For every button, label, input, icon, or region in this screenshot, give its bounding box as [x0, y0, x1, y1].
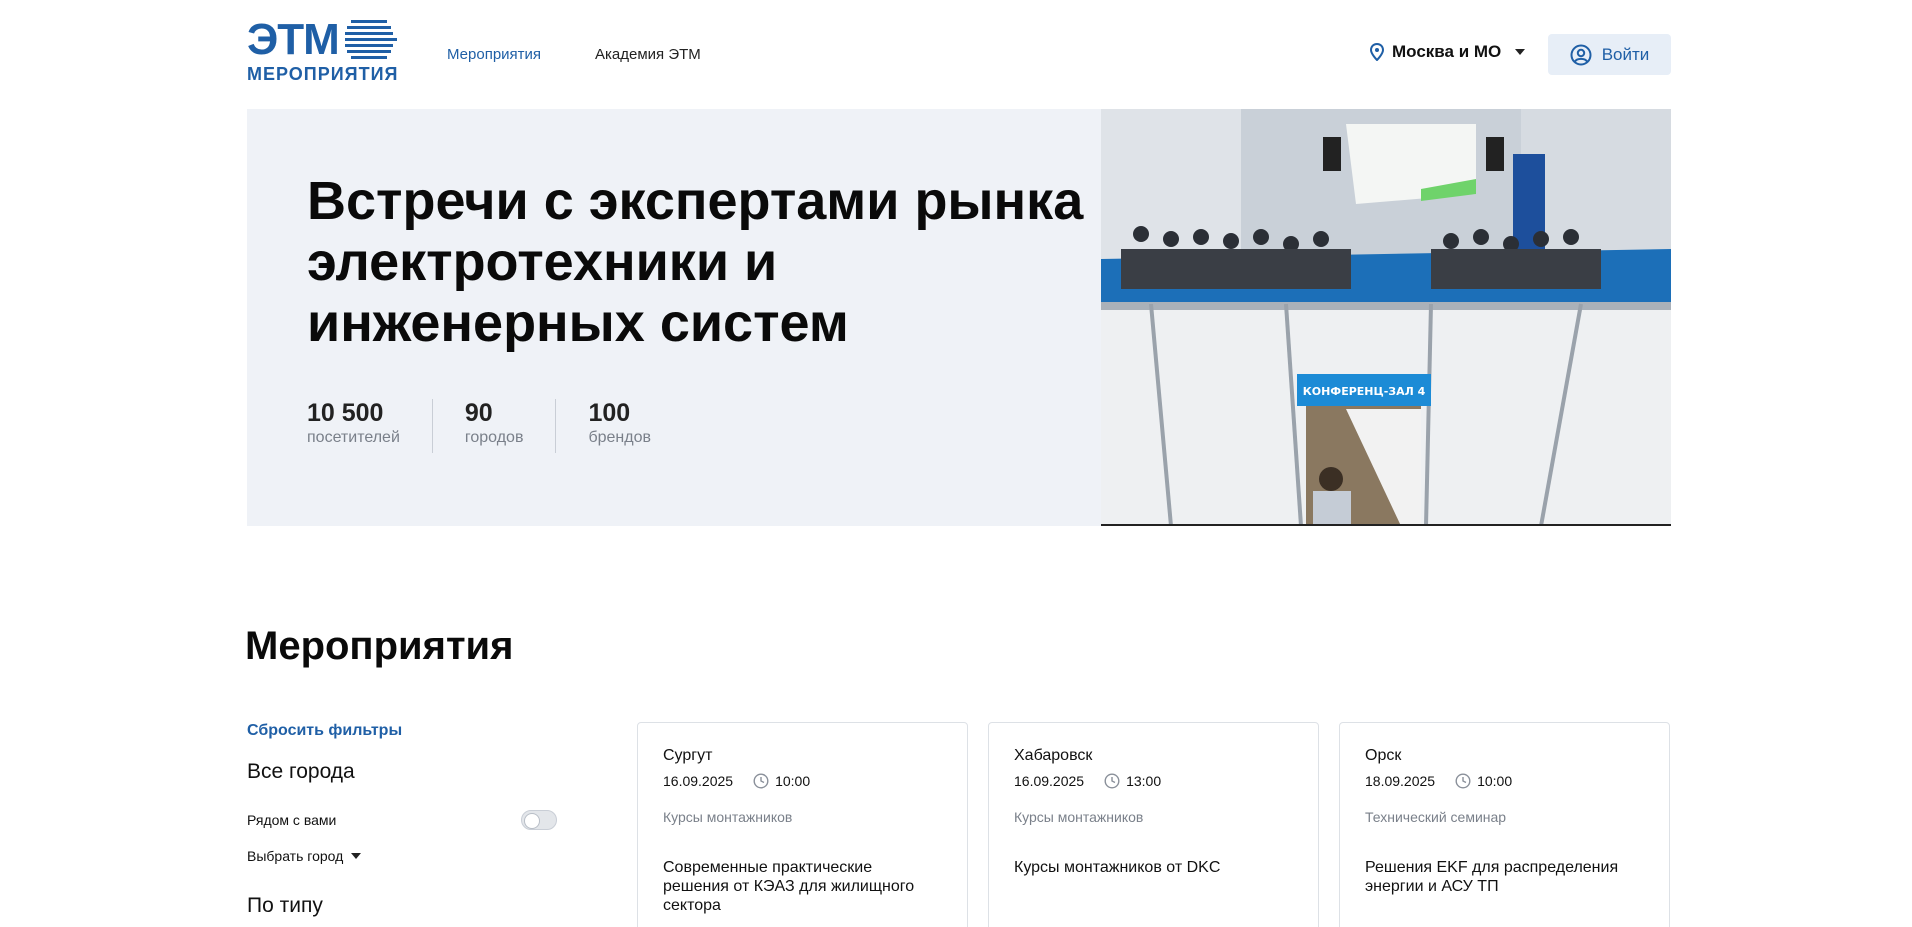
city-selector[interactable]: Москва и МО — [1370, 42, 1526, 62]
user-icon — [1570, 44, 1592, 65]
event-title: Решения EKF для распределения энергии и … — [1365, 859, 1619, 895]
nearby-toggle[interactable] — [521, 810, 557, 830]
event-type: Курсы монтажников — [663, 809, 793, 825]
filter-cities-heading: Все города — [247, 760, 355, 783]
event-date: 16.09.2025 — [1014, 773, 1085, 789]
stat-brands: 100 брендов — [588, 399, 683, 453]
etm-logo[interactable]: ЭТМ МЕРОПРИЯТИЯ — [247, 15, 407, 85]
event-card[interactable]: Орск 18.09.2025 10:00 Технический семина… — [1339, 722, 1670, 927]
hero-stats: 10 500 посетителей 90 городов 100 брендо… — [307, 399, 715, 453]
login-label: Войти — [1601, 44, 1650, 64]
event-datetime: 16.09.2025 10:00 — [663, 773, 942, 789]
select-city-dropdown[interactable]: Выбрать город — [247, 848, 557, 864]
filter-type-heading: По типу — [247, 894, 323, 917]
nav-academy[interactable]: Академия ЭТМ — [595, 46, 701, 63]
event-time: 13:00 — [1126, 773, 1162, 789]
stat-value: 10 500 — [307, 399, 384, 427]
hero-banner: Встречи с экспертами рынка электротехник… — [247, 109, 1671, 526]
events-title: Мероприятия — [245, 624, 514, 668]
nearby-label: Рядом с вами — [247, 812, 337, 828]
login-button[interactable]: Войти — [1548, 34, 1671, 75]
event-city: Орск — [1365, 747, 1402, 764]
clock-icon — [1455, 773, 1471, 789]
event-title: Курсы монтажников от DKC — [1014, 859, 1221, 876]
hero-photo: КОНФЕРЕНЦ-ЗАЛ 4 — [1101, 109, 1671, 526]
clock-icon — [753, 773, 769, 789]
event-city: Хабаровск — [1014, 747, 1093, 764]
site-header: ЭТМ МЕРОПРИЯТИЯ Мероприятия Академия ЭТМ — [247, 0, 1671, 100]
event-title: Современные практические решения от КЭАЗ… — [663, 859, 915, 914]
location-pin-icon — [1370, 43, 1384, 61]
stat-value: 100 — [588, 399, 631, 427]
nearby-filter-row: Рядом с вами — [247, 810, 557, 830]
event-type: Технический семинар — [1365, 809, 1507, 825]
main-nav: Мероприятия Академия ЭТМ — [447, 46, 701, 63]
hero-title: Встречи с экспертами рынка электротехник… — [307, 171, 1084, 353]
event-type: Курсы монтажников — [1014, 809, 1144, 825]
stat-label: посетителей — [307, 429, 400, 446]
conference-hall-image: КОНФЕРЕНЦ-ЗАЛ 4 — [1101, 109, 1671, 526]
city-name: Москва и МО — [1392, 42, 1502, 61]
logo-lines-icon — [344, 20, 397, 59]
event-time: 10:00 — [775, 773, 811, 789]
event-time: 10:00 — [1477, 773, 1513, 789]
stat-label: городов — [464, 429, 524, 446]
stat-value: 90 — [464, 399, 493, 427]
events-filters: Сбросить фильтры Все города Рядом с вами… — [247, 722, 557, 918]
logo-brand: ЭТМ — [247, 15, 340, 64]
stat-visitors: 10 500 посетителей — [307, 399, 433, 453]
reset-filters-link[interactable]: Сбросить фильтры — [247, 722, 557, 740]
event-city: Сургут — [663, 747, 713, 764]
logo-subtitle: МЕРОПРИЯТИЯ — [247, 64, 399, 84]
event-date: 18.09.2025 — [1365, 773, 1436, 789]
clock-icon — [1104, 773, 1120, 789]
select-city-label: Выбрать город — [247, 848, 344, 864]
event-cards: Сургут 16.09.2025 10:00 Курсы монтажнико… — [637, 722, 1670, 927]
stat-label: брендов — [588, 429, 651, 446]
hall-sign-text: КОНФЕРЕНЦ-ЗАЛ 4 — [1303, 385, 1426, 398]
chevron-down-icon — [1515, 49, 1526, 55]
event-card[interactable]: Сургут 16.09.2025 10:00 Курсы монтажнико… — [637, 722, 968, 927]
event-card[interactable]: Хабаровск 16.09.2025 13:00 Курсы монтажн… — [988, 722, 1319, 927]
chevron-down-icon — [351, 853, 362, 859]
event-datetime: 16.09.2025 13:00 — [1014, 773, 1293, 789]
event-date: 16.09.2025 — [663, 773, 734, 789]
event-datetime: 18.09.2025 10:00 — [1365, 773, 1644, 789]
nav-events[interactable]: Мероприятия — [447, 46, 541, 63]
stat-cities: 90 городов — [465, 399, 557, 453]
